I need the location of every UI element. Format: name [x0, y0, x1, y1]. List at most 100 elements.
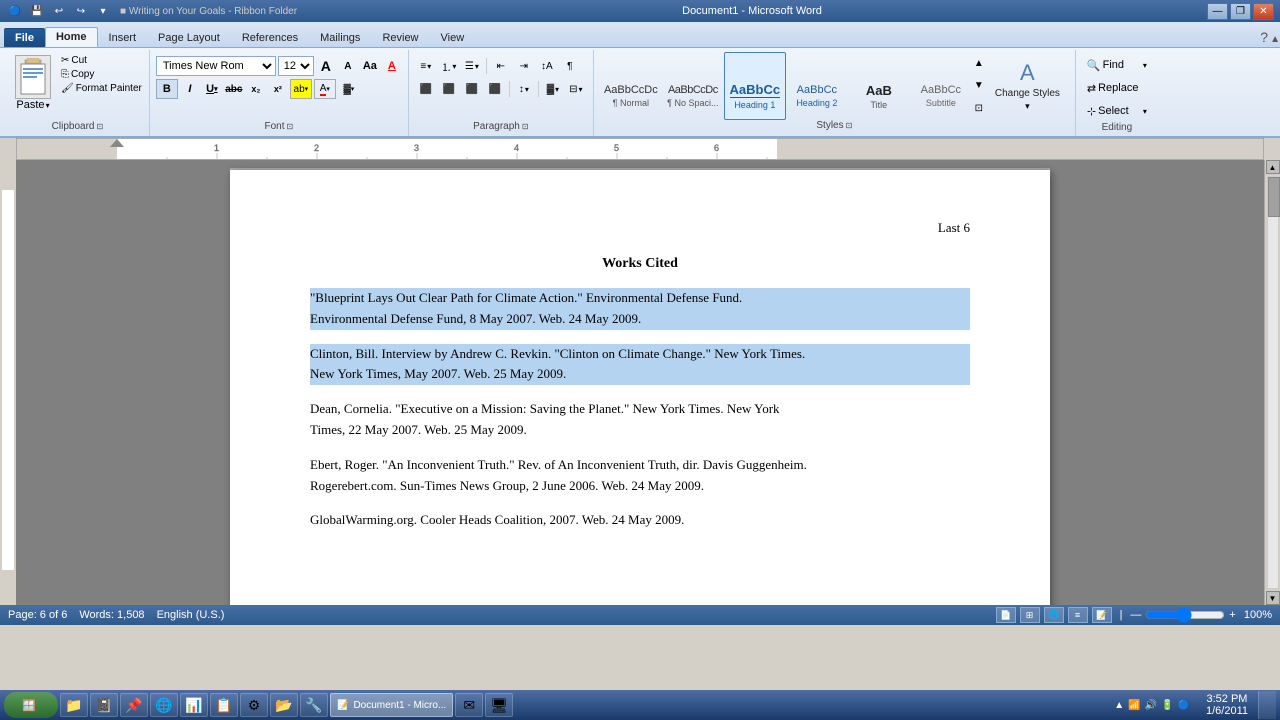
taskbar-screen-icon[interactable]: 🖥 — [485, 693, 513, 717]
tab-insert[interactable]: Insert — [98, 28, 148, 47]
taskbar-vb-icon[interactable]: 📊 — [180, 693, 208, 717]
text-highlight-button[interactable]: ab▾ — [290, 79, 312, 99]
document-area[interactable]: Last 6 Works Cited "Blueprint Lays Out C… — [0, 160, 1280, 605]
font-size-select[interactable]: 12 — [278, 56, 314, 76]
tray-up-icon[interactable]: ▲ — [1114, 700, 1124, 711]
styles-scroll[interactable]: ▲ ▼ ⊡ — [972, 52, 986, 120]
paste-button[interactable]: Paste ▾ — [10, 52, 56, 114]
ruler[interactable]: 1 2 3 4 5 6 — [16, 138, 1264, 160]
justify-button[interactable]: ⬛ — [484, 79, 506, 99]
bold-button[interactable]: B — [156, 79, 178, 99]
zoom-out-icon[interactable]: — — [1130, 609, 1141, 621]
save-icon[interactable]: 💾 — [28, 2, 46, 20]
view-print-button[interactable]: 📄 — [996, 607, 1016, 623]
taskbar-settings-icon[interactable]: ⚙ — [240, 693, 268, 717]
tab-references[interactable]: References — [231, 28, 309, 47]
view-outline-button[interactable]: ≡ — [1068, 607, 1088, 623]
ribbon-help-icon[interactable]: ? — [1260, 29, 1268, 45]
multilevel-button[interactable]: ☰▾ — [461, 56, 483, 76]
styles-scroll-down-icon[interactable]: ▼ — [974, 80, 984, 91]
tab-review[interactable]: Review — [371, 28, 429, 47]
tab-file[interactable]: File — [4, 28, 45, 47]
clipboard-dialog-icon[interactable]: ⊡ — [96, 122, 103, 131]
restore-button[interactable]: ❐ — [1230, 3, 1251, 20]
close-button[interactable]: ✕ — [1253, 3, 1274, 20]
undo-icon[interactable]: ↩ — [50, 2, 68, 20]
tab-home[interactable]: Home — [45, 27, 98, 47]
taskbar-explorer-button[interactable]: 📁 — [60, 693, 88, 717]
font-case-button[interactable]: Aa — [360, 56, 380, 76]
taskbar-mail-icon[interactable]: ✉ — [455, 693, 483, 717]
font-dialog-icon[interactable]: ⊡ — [287, 122, 294, 131]
start-button[interactable]: 🪟 — [4, 692, 58, 718]
italic-button[interactable]: I — [180, 79, 200, 99]
taskbar-clipboard-icon[interactable]: 📋 — [210, 693, 238, 717]
align-right-button[interactable]: ⬛ — [461, 79, 483, 99]
replace-button[interactable]: ⇄ Replace — [1082, 77, 1152, 99]
vertical-scrollbar[interactable]: ▲ ▼ — [1264, 160, 1280, 605]
styles-dialog-icon[interactable]: ⊡ — [846, 121, 853, 130]
font-shrink-button[interactable]: A — [338, 56, 358, 76]
tray-battery-icon[interactable]: 🔋 — [1161, 700, 1173, 711]
zoom-in-icon[interactable]: + — [1229, 609, 1235, 621]
taskbar-folder-icon[interactable]: 📂 — [270, 693, 298, 717]
copy-button[interactable]: ⎘ Copy — [58, 68, 145, 81]
change-styles-button[interactable]: A Change Styles ▾ — [986, 52, 1069, 120]
taskbar-browser-icon[interactable]: 🌐 — [150, 693, 178, 717]
taskbar-wrench-icon[interactable]: 🔧 — [300, 693, 328, 717]
select-button[interactable]: ⊹ Select ▾ — [1082, 100, 1152, 122]
view-web-button[interactable]: 🌐 — [1044, 607, 1064, 623]
taskbar-clock[interactable]: 3:52 PM 1/6/2011 — [1198, 693, 1256, 717]
scroll-thumb[interactable] — [1268, 177, 1280, 217]
ribbon-collapse-icon[interactable]: ▲ — [1270, 34, 1280, 45]
paste-dropdown-icon[interactable]: ▾ — [46, 101, 50, 110]
tab-view[interactable]: View — [430, 28, 476, 47]
taskbar-pin-icon[interactable]: 📌 — [120, 693, 148, 717]
tray-network-icon[interactable]: 📶 — [1128, 700, 1140, 711]
para-shading-button[interactable]: ▓▾ — [542, 79, 564, 99]
change-styles-dropdown-icon[interactable]: ▾ — [1025, 101, 1030, 112]
tab-page-layout[interactable]: Page Layout — [147, 28, 231, 47]
subscript-button[interactable]: x₂ — [246, 79, 266, 99]
format-painter-button[interactable]: 🖌 Format Painter — [58, 82, 145, 95]
view-fullscreen-button[interactable]: ⊞ — [1020, 607, 1040, 623]
underline-button[interactable]: U▾ — [202, 79, 222, 99]
font-color-button[interactable]: A▾ — [314, 79, 336, 99]
style-normal[interactable]: AaBbCcDc ¶ Normal — [600, 52, 662, 120]
border-button[interactable]: ⊟▾ — [565, 79, 587, 99]
strikethrough-button[interactable]: abc — [224, 79, 244, 99]
show-marks-button[interactable]: ¶ — [559, 56, 581, 76]
align-center-button[interactable]: ⬛ — [438, 79, 460, 99]
style-nospacing[interactable]: AaBbCcDc ¶ No Spaci... — [662, 52, 724, 120]
find-button[interactable]: 🔍 Find ▾ — [1082, 54, 1152, 76]
indent-dec-button[interactable]: ⇤ — [490, 56, 512, 76]
styles-scroll-up-icon[interactable]: ▲ — [974, 58, 984, 69]
style-subtitle[interactable]: AaBbCc Subtitle — [910, 52, 972, 120]
superscript-button[interactable]: x² — [268, 79, 288, 99]
redo-icon[interactable]: ↪ — [72, 2, 90, 20]
font-clear-button[interactable]: A — [382, 56, 402, 76]
styles-more-icon[interactable]: ⊡ — [975, 103, 983, 114]
taskbar-onenote-icon[interactable]: 📓 — [90, 693, 118, 717]
tab-mailings[interactable]: Mailings — [309, 28, 371, 47]
style-title[interactable]: AaB Title — [848, 52, 910, 120]
indent-inc-button[interactable]: ⇥ — [513, 56, 535, 76]
paragraph-dialog-icon[interactable]: ⊡ — [522, 122, 529, 131]
scroll-down-button[interactable]: ▼ — [1266, 591, 1280, 605]
minimize-button[interactable]: — — [1207, 3, 1228, 20]
tray-extra-icon[interactable]: 🔵 — [1178, 700, 1190, 711]
select-dropdown-icon[interactable]: ▾ — [1143, 107, 1147, 116]
numbering-button[interactable]: ⒈▾ — [438, 56, 460, 76]
show-desktop-button[interactable] — [1258, 691, 1276, 719]
style-heading1[interactable]: AaBbCc Heading 1 — [724, 52, 786, 120]
sort-button[interactable]: ↕A — [536, 56, 558, 76]
font-grow-button[interactable]: A — [316, 56, 336, 76]
scroll-up-button[interactable]: ▲ — [1266, 160, 1280, 174]
find-dropdown-icon[interactable]: ▾ — [1143, 61, 1147, 70]
align-left-button[interactable]: ⬛ — [415, 79, 437, 99]
view-draft-button[interactable]: 📝 — [1092, 607, 1112, 623]
taskbar-word-app[interactable]: 📝 Document1 - Micro... — [330, 693, 453, 717]
font-name-select[interactable]: Times New Rom — [156, 56, 276, 76]
tray-sound-icon[interactable]: 🔊 — [1145, 700, 1157, 711]
quickaccess-dropdown-icon[interactable]: ▾ — [94, 2, 112, 20]
